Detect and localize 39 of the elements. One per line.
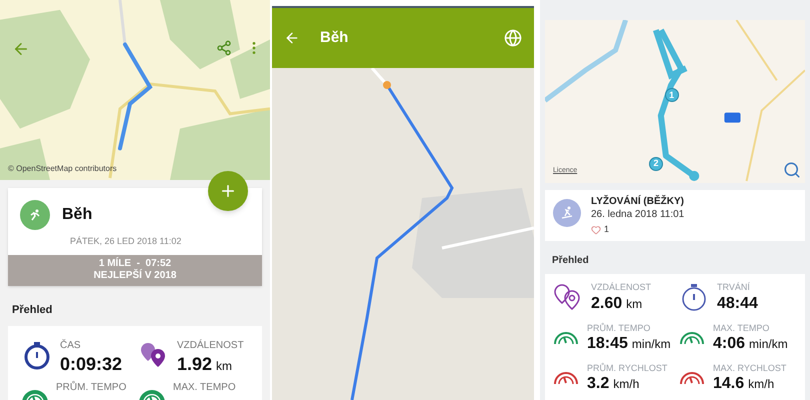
- stat-label: MAX. TEMPO: [173, 382, 236, 394]
- section-title: Přehled: [11, 302, 54, 318]
- runner-icon: [29, 209, 41, 221]
- activity-title: LYŽOVÁNÍ (BĚŽKY): [591, 196, 684, 208]
- stat-value: 14.6 km/h: [713, 374, 776, 394]
- stat-value: 18:45 min/km: [587, 334, 671, 354]
- stat-label: PRŮM. TEMPO: [587, 322, 652, 334]
- stat-label: ČAS: [60, 340, 82, 352]
- like-count: 1: [604, 224, 610, 236]
- stat-value: 2.60 km: [591, 294, 644, 314]
- heart-icon[interactable]: [591, 224, 601, 235]
- stat-label: MAX. RYCHLOST: [713, 362, 786, 374]
- map-attribution: © OpenStreetMap contributors: [8, 163, 117, 175]
- plus-icon: [219, 182, 237, 200]
- section-title: Přehled: [551, 254, 590, 268]
- stat-value: 48:44: [717, 294, 758, 314]
- stat-value: 0:09:32: [60, 352, 122, 376]
- stat-value: 4:06 min/km: [713, 334, 788, 354]
- stat-label: TRVÁNÍ: [717, 282, 751, 294]
- screen-title: Běh: [320, 28, 350, 48]
- record-note: NEJLEPŠÍ V 2018: [94, 270, 176, 282]
- share-icon[interactable]: [216, 40, 232, 56]
- stat-label: VZDÁLENOST: [591, 282, 652, 294]
- back-icon[interactable]: [284, 30, 300, 46]
- stat-value: 3.2 km/h: [587, 374, 640, 394]
- activity-date: 26. ledna 2018 11:01: [591, 208, 684, 221]
- activity-title: Běh: [62, 205, 92, 225]
- stat-label: PRŮM. RYCHLOST: [587, 362, 668, 374]
- stat-label: PRŮM. TEMPO: [56, 382, 126, 394]
- stat-value: 1.92 km: [177, 352, 234, 376]
- globe-icon[interactable]: [504, 29, 522, 47]
- activity-date: PÁTEK, 26 LED 2018 11:02: [69, 235, 182, 248]
- stopwatch-icon: [22, 340, 52, 370]
- back-icon[interactable]: [12, 40, 30, 58]
- stat-label: MAX. TEMPO: [713, 322, 770, 334]
- stat-label: VZDÁLENOST: [177, 340, 244, 352]
- skier-icon: [560, 206, 574, 220]
- search-icon[interactable]: [783, 161, 801, 179]
- record-text: 1 MÍLE - 07:52: [98, 258, 172, 269]
